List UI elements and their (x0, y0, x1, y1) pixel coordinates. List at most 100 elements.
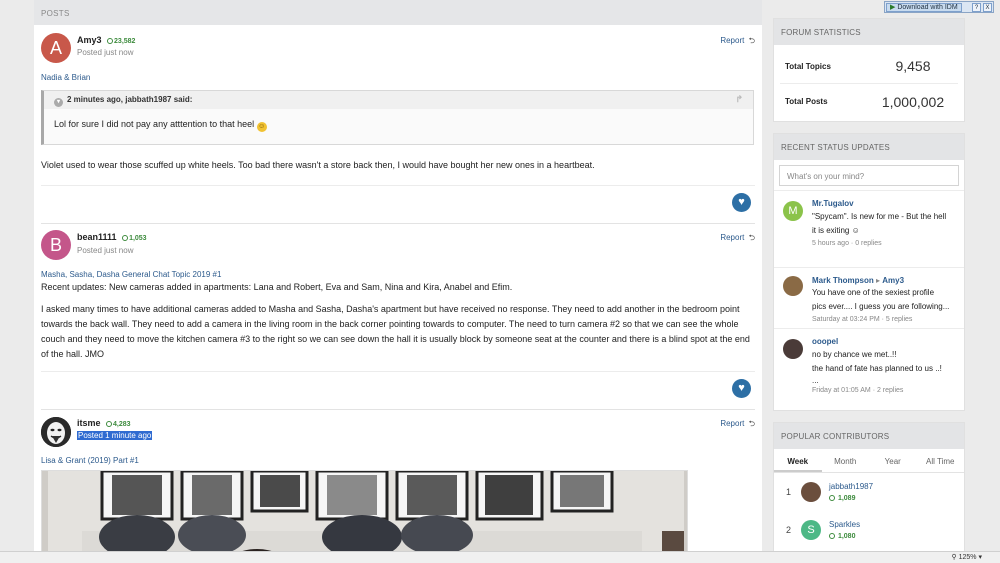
stat-value: 9,458 (895, 58, 931, 74)
author-name[interactable]: Amy3 23,582 (77, 35, 135, 45)
contributor-rep-count: 1,089 (837, 495, 856, 502)
status-meta[interactable]: Saturday at 03:24 PM · 5 replies (812, 316, 958, 323)
popular-contributors-widget: POPULAR CONTRIBUTORS Week Month Year All… (773, 422, 965, 551)
reputation-icon (107, 38, 114, 44)
reputation-count: 4,283 (113, 421, 131, 428)
embedded-image[interactable] (41, 470, 688, 551)
report-label[interactable]: Report (720, 233, 744, 242)
status-text: "Spycam". Is new for me - But the hell (812, 212, 947, 221)
avatar[interactable]: A (41, 33, 71, 63)
go-to-quote-icon[interactable]: ↱ (735, 94, 743, 105)
topic-link[interactable]: Masha, Sasha, Dasha General Chat Topic 2… (41, 268, 755, 279)
status-text: no by chance we met..!! (812, 350, 897, 359)
reputation-icon (829, 495, 835, 501)
reputation-count: 1,053 (129, 235, 147, 242)
contributor-rep-count: 1,080 (837, 533, 856, 540)
status-text: You have one of the sexiest profile (812, 288, 935, 297)
status-target-link[interactable]: Amy3 (882, 276, 904, 285)
idm-download-panel: ▶ Download with IDM ? X (884, 1, 994, 13)
report-link[interactable]: Report ⮌ (720, 35, 755, 49)
post-timestamp: Posted just now (77, 246, 134, 255)
author-link[interactable]: Amy3 (77, 35, 102, 45)
post-content-line: Recent updates: New cameras added in apa… (41, 282, 513, 292)
status-item: Mark Thompson ▸ Amy3 You have one of the… (774, 267, 964, 328)
status-meta[interactable]: 5 hours ago · 0 replies (812, 240, 958, 247)
topic-link[interactable]: Nadia & Brian (41, 65, 755, 82)
help-icon[interactable]: ? (972, 3, 981, 12)
zoom-level[interactable]: ⚲ 125% ▾ (952, 553, 982, 561)
avatar[interactable]: M (783, 201, 803, 221)
chevron-down-icon[interactable]: ▾ (978, 554, 982, 561)
post-content: Violet used to wear those scuffed up whi… (41, 160, 595, 170)
status-text: the hand of fate has planned to us ..! (812, 364, 942, 373)
close-icon[interactable]: X (983, 3, 992, 12)
like-heart-icon[interactable]: ♥ (732, 379, 751, 398)
chevron-down-icon[interactable]: ▾ (54, 98, 63, 107)
avatar[interactable] (783, 276, 803, 296)
avatar[interactable] (783, 339, 803, 359)
post-header: B bean1111 1,053 Posted just now Report … (41, 224, 755, 268)
stat-row-posts: Total Posts 1,000,002 (780, 84, 958, 119)
tab-week[interactable]: Week (774, 449, 822, 472)
avatar[interactable]: B (41, 230, 71, 260)
status-input[interactable]: What's on your mind? (779, 165, 959, 186)
period-tabs: Week Month Year All Time (774, 449, 964, 473)
reputation-badge: 4,283 (106, 421, 131, 428)
share-icon[interactable]: ⮌ (749, 232, 755, 246)
status-meta[interactable]: Friday at 01:05 AM · 2 replies (812, 387, 958, 394)
tab-month[interactable]: Month (822, 449, 870, 472)
status-author[interactable]: Mark Thompson ▸ Amy3 (812, 276, 958, 285)
like-heart-icon[interactable]: ♥ (732, 193, 751, 212)
reaction-bar: ♥ (41, 371, 755, 409)
post-timestamp: Posted 1 minute ago (77, 431, 153, 440)
contributor-name[interactable]: Sparkles (829, 520, 860, 529)
status-item: ooopel no by chance we met..!! the hand … (774, 328, 964, 410)
reputation-badge: 1,053 (122, 235, 147, 242)
widget-title: POPULAR CONTRIBUTORS (774, 423, 964, 449)
tab-all-time[interactable]: All Time (917, 449, 965, 472)
room-photo (42, 471, 687, 551)
tab-year[interactable]: Year (869, 449, 917, 472)
contributor-name[interactable]: jabbath1987 (829, 482, 873, 491)
status-author[interactable]: Mr.Tugalov (812, 199, 958, 208)
posts-column: POSTS A Amy3 23,582 Posted just now Repo… (34, 0, 762, 551)
author-link[interactable]: bean1111 (77, 232, 117, 242)
author-name[interactable]: bean1111 1,053 (77, 232, 147, 242)
avatar[interactable]: S (801, 520, 821, 540)
widget-title: RECENT STATUS UPDATES (774, 134, 964, 160)
share-icon[interactable]: ⮌ (749, 418, 755, 432)
contributor-rep: 1,089 (829, 495, 855, 502)
share-icon[interactable]: ⮌ (749, 35, 755, 49)
author-name[interactable]: itsme 4,283 (77, 418, 131, 428)
idm-download-button[interactable]: ▶ Download with IDM (886, 3, 962, 12)
post-header: A Amy3 23,582 Posted just now Report ⮌ (41, 25, 755, 65)
avatar[interactable] (801, 482, 821, 502)
report-link[interactable]: Report ⮌ (720, 232, 755, 246)
avatar[interactable] (41, 417, 71, 447)
status-author[interactable]: ooopel (812, 337, 958, 346)
reputation-icon (829, 533, 835, 539)
report-link[interactable]: Report ⮌ (720, 418, 755, 432)
contributor-row: 1 jabbath1987 1,089 (774, 473, 964, 511)
forum-statistics-widget: FORUM STATISTICS Total Topics 9,458 Tota… (773, 18, 965, 122)
reputation-count: 23,582 (114, 38, 136, 45)
idm-download-label[interactable]: Download with IDM (897, 4, 957, 11)
smile-emoji-icon: ☺ (256, 122, 267, 132)
posts-section-title: POSTS (34, 0, 762, 25)
stat-label: Total Topics (785, 61, 831, 71)
report-label[interactable]: Report (720, 36, 744, 45)
status-author-link[interactable]: Mark Thompson (812, 276, 874, 285)
post: B bean1111 1,053 Posted just now Report … (41, 224, 755, 410)
post-content: I asked many times to have additional ca… (41, 304, 750, 359)
quote-header: ▾ 2 minutes ago, jabbath1987 said: ↱ (44, 91, 753, 109)
quote-block: ▾ 2 minutes ago, jabbath1987 said: ↱ Lol … (41, 90, 754, 145)
status-text: it is exiting ☺ (812, 224, 958, 238)
report-label[interactable]: Report (720, 419, 744, 428)
status-updates-widget: RECENT STATUS UPDATES What's on your min… (773, 133, 965, 411)
quote-body: Lol for sure I did not pay any atttentio… (44, 109, 753, 144)
zoom-icon: ⚲ (951, 554, 957, 561)
topic-link[interactable]: Lisa & Grant (2019) Part #1 (41, 450, 755, 465)
author-link[interactable]: itsme (77, 418, 101, 428)
zoom-value[interactable]: 125% (959, 554, 977, 561)
status-text: pics ever.... I guess you are following.… (812, 302, 950, 311)
